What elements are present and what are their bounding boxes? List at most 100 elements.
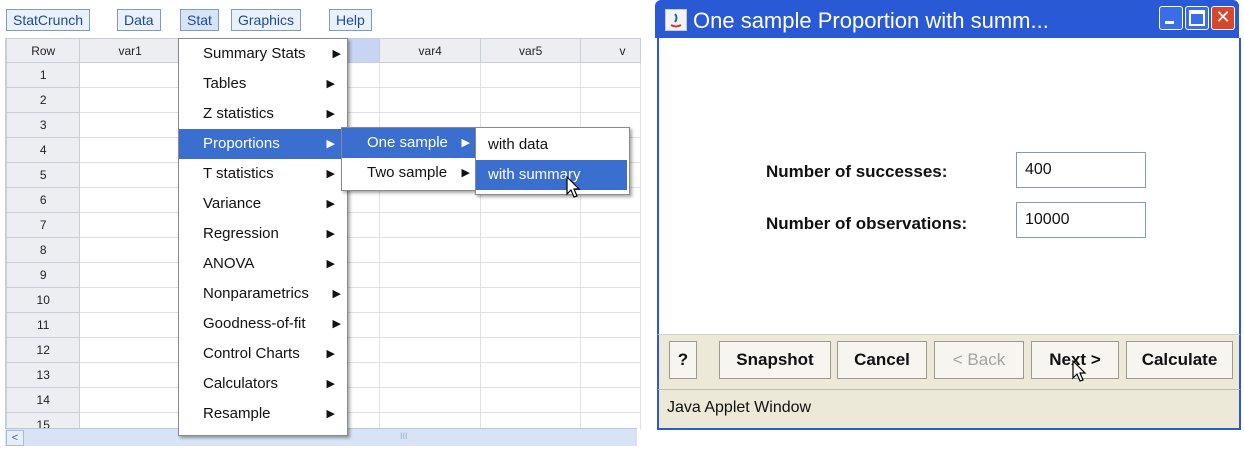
table-cell[interactable]	[79, 62, 181, 88]
table-cell[interactable]	[479, 287, 582, 313]
row-number: 2	[6, 87, 81, 113]
submenu-arrow-icon: ▶	[326, 78, 335, 90]
table-cell[interactable]	[479, 62, 582, 88]
table-cell[interactable]	[479, 237, 582, 263]
table-cell[interactable]	[379, 87, 481, 113]
menu-item-control-charts[interactable]: Control Charts ▶	[179, 339, 345, 369]
table-cell[interactable]	[479, 262, 582, 288]
menu-item-label: Z statistics	[203, 105, 274, 122]
menu-item-with-data[interactable]: with data	[476, 130, 627, 160]
mouse-pointer-icon	[566, 176, 581, 198]
menu-item-anova[interactable]: ANOVA ▶	[179, 249, 345, 279]
column-header-var1[interactable]: var1	[79, 38, 181, 63]
table-cell[interactable]	[479, 212, 582, 238]
dialog-body: Number of successes: 400 Number of obser…	[657, 38, 1241, 340]
table-cell[interactable]	[379, 337, 481, 363]
table-cell[interactable]	[379, 187, 481, 213]
menu-graphics[interactable]: Graphics	[231, 9, 302, 31]
table-cell[interactable]	[580, 237, 641, 263]
table-cell[interactable]	[79, 237, 181, 263]
menu-item-summary-stats[interactable]: Summary Stats ▶	[179, 39, 345, 69]
table-cell[interactable]	[580, 62, 641, 88]
row-number: 5	[6, 162, 81, 188]
submenu-arrow-icon: ▶	[326, 378, 335, 390]
row-number: 13	[6, 362, 81, 388]
table-cell[interactable]	[479, 87, 582, 113]
table-cell[interactable]	[479, 312, 582, 338]
table-cell[interactable]	[79, 187, 181, 213]
minimize-icon	[1165, 21, 1174, 24]
table-cell[interactable]	[79, 137, 181, 163]
menu-item-nonparametrics[interactable]: Nonparametrics ▶	[179, 279, 345, 309]
menu-item-calculators[interactable]: Calculators ▶	[179, 369, 345, 399]
menu-item-regression[interactable]: Regression ▶	[179, 219, 345, 249]
menu-statcrunch[interactable]: StatCrunch	[6, 9, 91, 31]
table-cell[interactable]	[379, 287, 481, 313]
menu-item-label: Tables	[203, 75, 247, 92]
table-cell[interactable]	[580, 287, 641, 313]
table-cell[interactable]	[379, 312, 481, 338]
menu-item-label: Control Charts	[203, 345, 300, 362]
table-cell[interactable]	[79, 112, 181, 138]
cancel-button[interactable]: Cancel	[837, 341, 927, 379]
table-cell[interactable]	[580, 312, 641, 338]
menu-item-proportions[interactable]: Proportions ▶	[179, 129, 345, 159]
stat-menu: Summary Stats ▶ Tables ▶ Z statistics ▶ Pro…	[178, 38, 348, 436]
table-cell[interactable]	[379, 212, 481, 238]
back-button[interactable]: < Back	[934, 341, 1024, 379]
table-cell[interactable]	[79, 337, 181, 363]
column-header-var4[interactable]: var4	[379, 38, 481, 63]
menu-item-goodness-of-fit[interactable]: Goodness-of-fit ▶	[179, 309, 345, 339]
observations-input[interactable]: 10000	[1016, 202, 1146, 238]
table-cell[interactable]	[79, 212, 181, 238]
table-cell[interactable]	[79, 87, 181, 113]
table-cell[interactable]	[79, 387, 181, 413]
table-cell[interactable]	[479, 387, 582, 413]
table-cell[interactable]	[379, 362, 481, 388]
menu-stat[interactable]: Stat	[180, 9, 219, 31]
table-cell[interactable]	[79, 362, 181, 388]
table-cell[interactable]	[479, 337, 582, 363]
menu-item-tables[interactable]: Tables ▶	[179, 69, 345, 99]
table-cell[interactable]	[479, 362, 582, 388]
table-cell[interactable]	[580, 212, 641, 238]
submenu-arrow-icon: ▶	[461, 167, 470, 179]
row-number: 7	[6, 212, 81, 238]
menu-item-resample[interactable]: Resample ▶	[179, 399, 345, 429]
menu-item-z-statistics[interactable]: Z statistics ▶	[179, 99, 345, 129]
calculate-button[interactable]: Calculate	[1126, 341, 1233, 379]
help-button[interactable]: ?	[669, 341, 697, 379]
row-number: 14	[6, 387, 81, 413]
dialog-titlebar[interactable]: One sample Proportion with summ... ✕	[655, 0, 1239, 38]
table-cell[interactable]	[379, 387, 481, 413]
menu-data[interactable]: Data	[117, 9, 161, 31]
table-cell[interactable]	[379, 62, 481, 88]
scroll-left-icon[interactable]: <	[6, 430, 24, 446]
mouse-pointer-icon	[1072, 360, 1087, 382]
menu-item-t-statistics[interactable]: T statistics ▶	[179, 159, 345, 189]
table-cell[interactable]	[379, 262, 481, 288]
minimize-button[interactable]	[1159, 6, 1183, 30]
menu-item-one-sample[interactable]: One sample ▶	[342, 128, 476, 158]
snapshot-button[interactable]: Snapshot	[719, 341, 831, 379]
menu-item-variance[interactable]: Variance ▶	[179, 189, 345, 219]
table-cell[interactable]	[379, 237, 481, 263]
table-cell[interactable]	[580, 387, 641, 413]
column-header-var5[interactable]: var5	[479, 38, 582, 63]
menu-item-with-summary[interactable]: with summary	[476, 160, 627, 190]
table-cell[interactable]	[79, 312, 181, 338]
table-cell[interactable]	[79, 162, 181, 188]
table-cell[interactable]	[580, 362, 641, 388]
table-cell[interactable]	[580, 87, 641, 113]
column-header-var6[interactable]: v	[580, 38, 641, 63]
row-number: 11	[6, 312, 81, 338]
menu-item-two-sample[interactable]: Two sample ▶	[342, 158, 476, 188]
successes-input[interactable]: 400	[1016, 152, 1146, 188]
close-button[interactable]: ✕	[1211, 6, 1235, 30]
maximize-button[interactable]	[1185, 6, 1209, 30]
table-cell[interactable]	[580, 337, 641, 363]
menu-help[interactable]: Help	[329, 9, 372, 31]
table-cell[interactable]	[580, 262, 641, 288]
table-cell[interactable]	[79, 262, 181, 288]
table-cell[interactable]	[79, 287, 181, 313]
